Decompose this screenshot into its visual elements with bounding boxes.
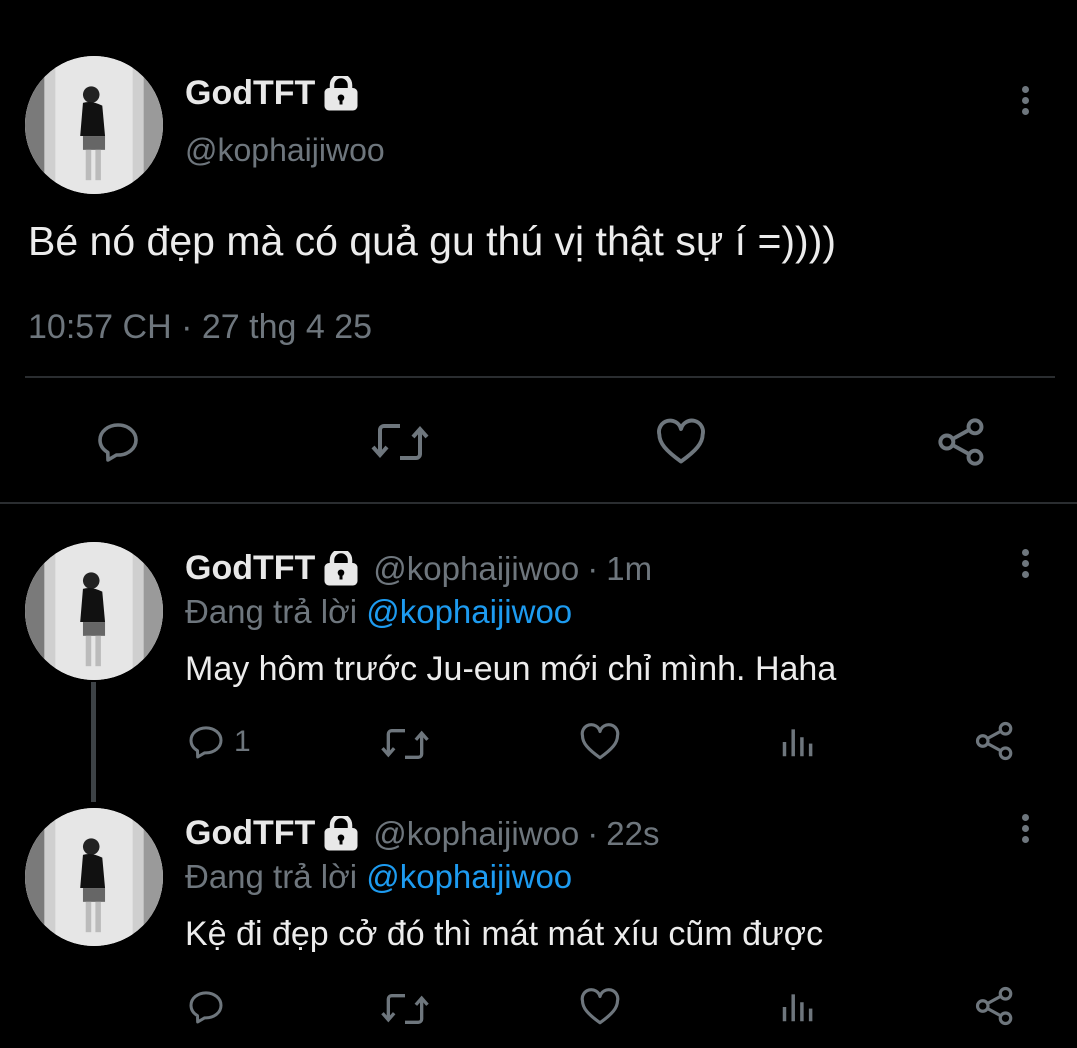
avatar[interactable] (25, 542, 163, 680)
reply-age[interactable]: 22s (606, 815, 659, 853)
tweet-timestamp[interactable]: 10:57 CH · 27 thg 4 25 (28, 308, 372, 347)
display-name[interactable]: GodTFT (185, 549, 315, 588)
like-button[interactable] (579, 987, 621, 1027)
share-icon (975, 721, 1013, 761)
tweet-text: Bé nó đẹp mà có quả gu thú vị thật sự í … (28, 218, 837, 264)
display-name-text: GodTFT (185, 74, 316, 112)
like-button[interactable] (579, 722, 621, 762)
user-handle[interactable]: @kophaijiwoo (373, 550, 579, 588)
share-icon (975, 986, 1013, 1026)
avatar-image (25, 56, 163, 194)
retweet-icon (371, 424, 429, 460)
analytics-button[interactable] (778, 987, 816, 1027)
lock-icon (324, 75, 358, 110)
tweet-actions (0, 410, 1077, 470)
share-button[interactable] (974, 720, 1016, 762)
reply-icon (98, 423, 138, 462)
more-icon[interactable] (1013, 86, 1037, 126)
timestamp-separator: · (181, 308, 193, 346)
reply-icon (189, 726, 223, 759)
reply-button[interactable]: 1 (186, 722, 251, 762)
replying-prefix: Đang trả lời (185, 593, 358, 630)
lock-icon (324, 815, 358, 850)
tweet-thread-screen: GodTFT @kophaijiwoo Bé nó đẹp mà có quả … (0, 0, 1077, 1048)
retweet-button[interactable] (380, 989, 430, 1029)
tweet-time: 10:57 CH (28, 308, 172, 346)
separator: · (587, 814, 599, 852)
mention-link[interactable]: @kophaijiwoo (366, 593, 572, 630)
reply-button[interactable] (186, 987, 226, 1027)
retweet-icon (381, 994, 429, 1024)
avatar[interactable] (25, 808, 163, 946)
share-icon (938, 418, 984, 466)
replying-to: Đang trả lời @kophaijiwoo (185, 593, 572, 631)
like-button[interactable] (655, 418, 707, 466)
user-handle[interactable]: @kophaijiwoo (373, 815, 579, 853)
replying-prefix: Đang trả lời (185, 858, 358, 895)
avatar[interactable] (25, 56, 163, 194)
more-icon[interactable] (1013, 549, 1037, 589)
tweet-date: 27 thg 4 25 (201, 308, 373, 346)
retweet-icon (381, 729, 429, 759)
display-name[interactable]: GodTFT (185, 74, 359, 113)
heart-icon (580, 723, 620, 760)
reply-age[interactable]: 1m (606, 550, 652, 588)
reply-button[interactable] (94, 418, 142, 466)
separator: · (587, 549, 599, 587)
heart-icon (580, 988, 620, 1025)
share-button[interactable] (936, 416, 988, 468)
reply-text: Kệ đi đẹp cở đó thì mát mát xíu cũm được (185, 915, 824, 953)
analytics-button[interactable] (778, 722, 816, 762)
reply-icon (189, 991, 223, 1024)
display-name[interactable]: GodTFT (185, 814, 315, 853)
retweet-button[interactable] (370, 418, 430, 466)
heart-icon (657, 418, 705, 464)
replying-to: Đang trả lời @kophaijiwoo (185, 858, 572, 896)
reply-text: May hôm trước Ju-eun mới chỉ mình. Haha (185, 650, 837, 688)
section-divider (0, 502, 1077, 504)
analytics-icon (782, 729, 813, 757)
reply-header: GodTFT @kophaijiwoo · 22s (185, 814, 659, 853)
thread-connector-line (91, 682, 96, 802)
share-button[interactable] (974, 985, 1016, 1027)
more-icon[interactable] (1013, 814, 1037, 854)
analytics-icon (782, 994, 813, 1022)
main-tweet: GodTFT @kophaijiwoo Bé nó đẹp mà có quả … (0, 0, 1077, 504)
reply-header: GodTFT @kophaijiwoo · 1m (185, 549, 652, 588)
avatar-image (25, 542, 163, 680)
lock-icon (324, 550, 358, 585)
retweet-button[interactable] (380, 724, 430, 764)
avatar-image (25, 808, 163, 946)
user-handle[interactable]: @kophaijiwoo (185, 132, 385, 169)
reply-count: 1 (234, 725, 251, 758)
divider (25, 376, 1055, 378)
mention-link[interactable]: @kophaijiwoo (366, 858, 572, 895)
